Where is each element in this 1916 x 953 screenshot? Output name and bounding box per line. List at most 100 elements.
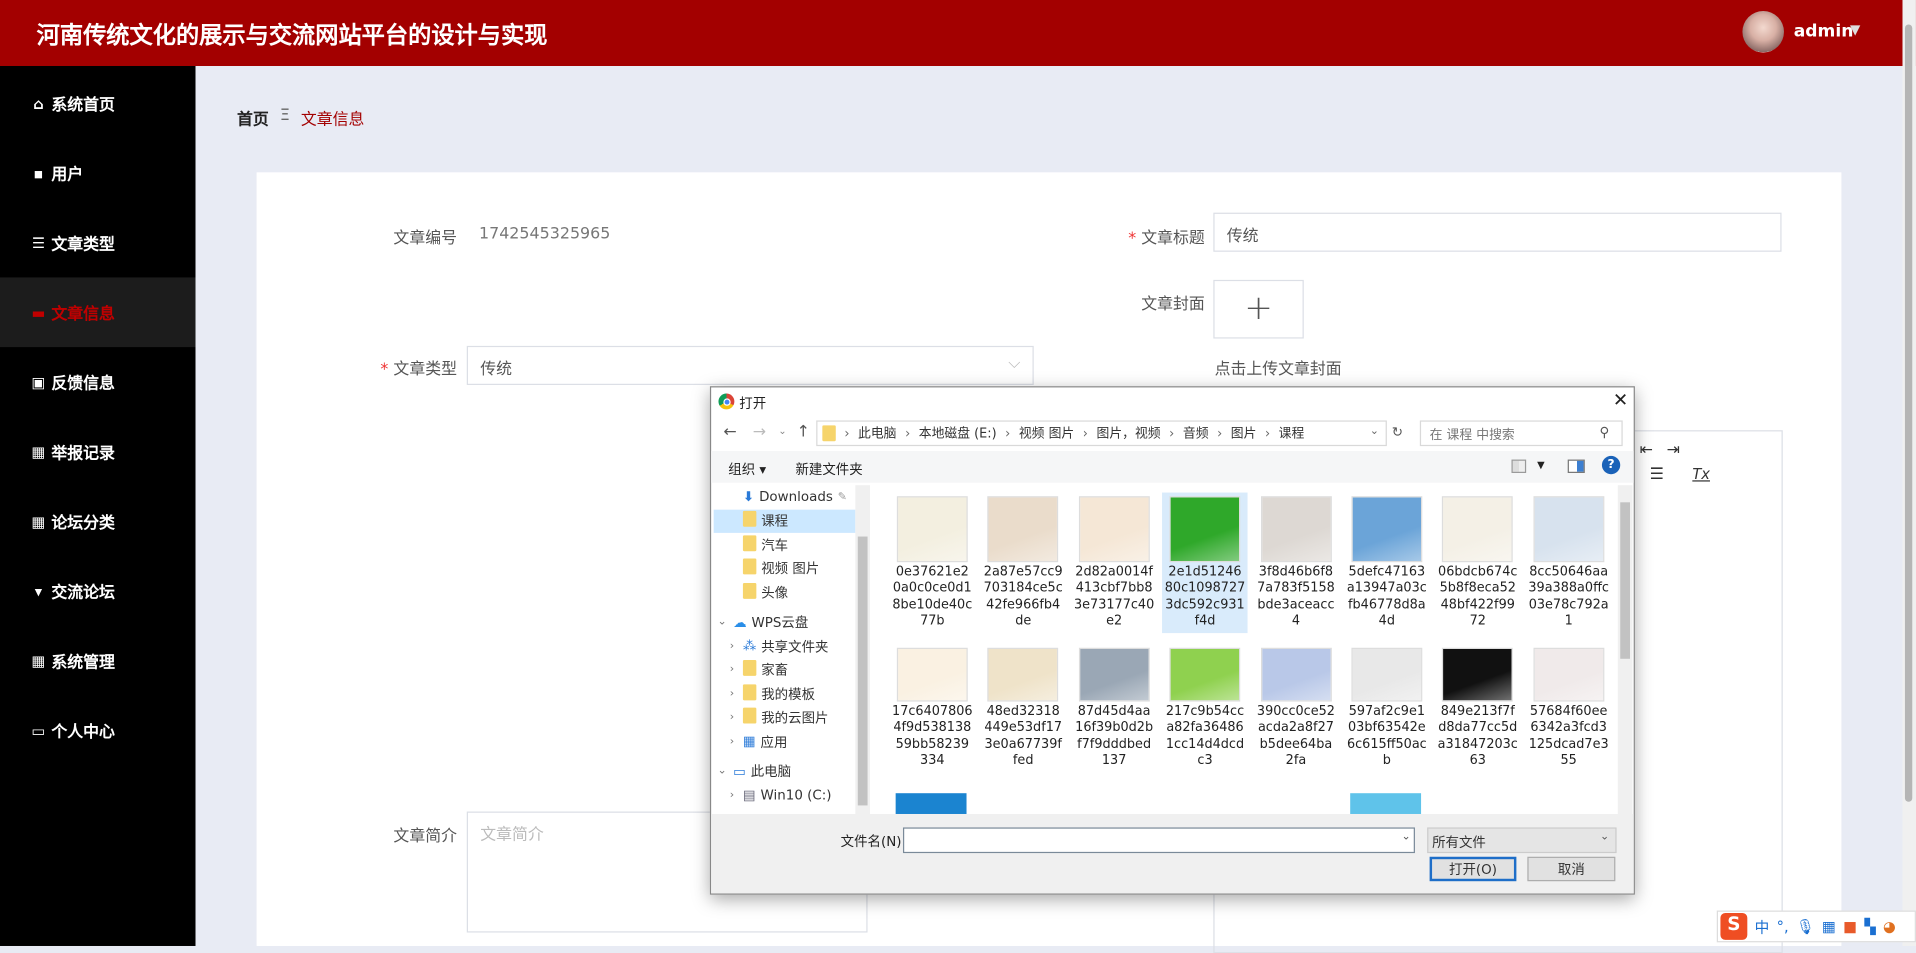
files-scrollbar[interactable] — [1617, 485, 1633, 814]
chevron-right-icon[interactable]: › — [726, 711, 738, 723]
file-item[interactable]: 2d82a0014f413cbf7bb83e73177c40e2 — [1071, 493, 1157, 634]
file-item[interactable]: 3f8d46b6f87a783f5158bde3aceacc4 — [1253, 493, 1339, 634]
refresh-icon[interactable]: ↻ — [1392, 424, 1403, 440]
nav-item[interactable]: › ▤ Win10 (C:) — [714, 783, 856, 806]
view-dropdown-icon[interactable]: ▼ — [1537, 460, 1545, 471]
sidebar-item-4[interactable]: ▣ 反馈信息 — [0, 347, 196, 417]
close-icon[interactable]: ✕ — [1613, 389, 1628, 411]
sidebar-item-5[interactable]: ▦ 举报记录 — [0, 417, 196, 487]
nav-scrollbar[interactable] — [855, 485, 870, 814]
file-item[interactable]: 0e37621e20a0c0ce0d18be10de40c77b — [890, 493, 976, 634]
file-type-select[interactable]: 所有文件 ⌄ — [1427, 827, 1617, 854]
user-menu[interactable]: admin — [1794, 22, 1854, 42]
chevron-right-icon[interactable]: › — [726, 664, 738, 676]
keyboard-icon[interactable]: ▦ — [1822, 918, 1836, 935]
forward-arrow-icon[interactable]: → — [753, 423, 766, 441]
toolbox-icon[interactable]: ▚ — [1864, 918, 1875, 935]
chevron-down-icon[interactable]: ⌄ — [716, 765, 728, 777]
outdent-icon[interactable]: ⇤ — [1640, 441, 1653, 459]
sidebar-item-8[interactable]: ▦ 系统管理 — [0, 626, 196, 696]
path-segment[interactable]: 图片 — [1231, 424, 1257, 442]
page-scrollbar-thumb[interactable] — [1904, 24, 1913, 802]
address-bar[interactable]: › 此电脑 › 本地磁盘 (E:) › 视频 图片 › 图片，视频 › 音频 › 图片 › 课程 — [816, 420, 1387, 447]
file-item[interactable]: 2e1d5124680c10987273dc592c931f4d — [1162, 492, 1248, 634]
nav-item[interactable]: 课程 — [713, 509, 856, 533]
back-arrow-icon[interactable]: ← — [723, 423, 736, 441]
file-item[interactable]: 217c9b54cca82fa364861cc14d4dcdc3 — [1162, 644, 1248, 773]
file-item[interactable]: 849e213f7fd8da77cc5da31847203c63 — [1435, 644, 1521, 773]
search-input[interactable]: 在 课程 中搜索 — [1419, 420, 1623, 447]
upload-plus-icon[interactable]: + — [1213, 279, 1304, 339]
view-options-icon[interactable] — [1511, 459, 1527, 473]
open-button[interactable]: 打开(O) — [1429, 856, 1517, 882]
type-select[interactable]: 传统 ⌵ — [466, 345, 1034, 385]
path-segment[interactable]: 音频 — [1183, 424, 1209, 442]
path-segment[interactable]: 此电脑 — [858, 424, 896, 442]
breadcrumb-home[interactable]: 首页 — [237, 106, 269, 129]
sogou-logo-icon[interactable]: S — [1720, 912, 1748, 940]
file-item[interactable]: 06bdcb674c5b8f8eca5248bf422f9972 — [1435, 493, 1521, 634]
nav-item[interactable]: ⬇ Downloads ✎ — [714, 485, 856, 508]
caret-down-icon[interactable]: ▼ — [1850, 22, 1860, 38]
new-folder-button[interactable]: 新建文件夹 — [795, 460, 862, 480]
organize-menu[interactable]: 组织 ▾ — [728, 460, 766, 480]
ime-mode[interactable]: 中 — [1755, 916, 1770, 937]
nav-item[interactable]: › ⁂ 共享文件夹 — [714, 634, 856, 657]
file-item[interactable]: 48ed32318449e53df173e0a67739ffed — [980, 644, 1066, 773]
nav-item[interactable]: ⌄ ☁ WPS云盘 — [714, 610, 856, 633]
nav-item[interactable]: › 我的云图片 — [714, 706, 856, 729]
chevron-right-icon[interactable]: › — [726, 687, 738, 699]
help-icon[interactable]: ? — [1601, 455, 1621, 475]
ime-punct[interactable]: °, — [1777, 918, 1789, 935]
file-item[interactable]: 597af2c9e103bf63542e6c615ff50acb — [1344, 644, 1430, 773]
recent-dropdown-icon[interactable]: ⌄ — [778, 425, 786, 436]
clear-format-icon[interactable]: Tx — [1692, 466, 1710, 483]
cancel-button[interactable]: 取消 — [1527, 856, 1616, 882]
path-segment[interactable]: 视频 图片 — [1019, 424, 1074, 442]
up-arrow-icon[interactable]: ↑ — [797, 423, 810, 441]
sidebar-item-1[interactable]: ▪ 用户 — [0, 138, 196, 208]
chevron-down-icon: ⌵ — [1008, 354, 1021, 373]
ime-toolbar[interactable]: S 中 °, 🎙 ▦ ■ ▚ ◕ — [1716, 910, 1916, 943]
path-segment[interactable]: 图片，视频 — [1096, 424, 1160, 442]
file-item[interactable]: 17c64078064f9d53813859bb58239334 — [890, 644, 976, 773]
folder-icon — [742, 707, 757, 728]
title-input[interactable]: 传统 — [1213, 212, 1782, 252]
file-item[interactable]: 87d45d4aa16f39b0d2bf7f9dddbed137 — [1071, 644, 1157, 773]
nav-item[interactable]: 头像 — [714, 581, 856, 604]
file-item[interactable]: 390cc0ce52acda2a8f27b5dee64ba2fa — [1253, 644, 1339, 773]
chevron-right-icon[interactable]: › — [726, 789, 738, 801]
chevron-right-icon[interactable]: › — [726, 735, 738, 747]
sidebar-item-0[interactable]: ⌂ 系统首页 — [0, 68, 196, 138]
path-segment[interactable]: 课程 — [1279, 424, 1305, 442]
filename-dropdown-icon[interactable]: ⌄ — [1402, 831, 1411, 843]
nav-item[interactable]: › 家畜 — [714, 658, 856, 681]
path-segment[interactable]: 本地磁盘 (E:) — [919, 424, 997, 442]
indent-icon[interactable]: ⇥ — [1667, 441, 1680, 459]
image-thumbnail — [1078, 647, 1150, 702]
nav-item[interactable]: 汽车 — [714, 533, 856, 556]
nav-item[interactable]: ⌄ ▭ 此电脑 — [714, 760, 856, 783]
mascot-icon[interactable]: ◕ — [1883, 918, 1896, 935]
file-item[interactable]: 8cc50646aa39a388a0ffc03e78c792a1 — [1526, 493, 1612, 634]
nav-item[interactable]: › ▦ 应用 — [714, 730, 856, 753]
file-item[interactable]: 2a87e57cc9703184ce5c42fe966fb4de — [980, 493, 1066, 634]
nav-item[interactable]: 视频 图片 — [714, 557, 856, 580]
microphone-icon[interactable]: 🎙 — [1796, 918, 1815, 935]
sidebar-item-7[interactable]: ▾ 交流论坛 — [0, 556, 196, 626]
chevron-down-icon[interactable]: ⌄ — [716, 616, 728, 628]
avatar[interactable] — [1742, 10, 1784, 53]
file-item[interactable]: 57684f60ee6342a3fcd3125dcad7e355 — [1526, 644, 1612, 773]
filename-input[interactable] — [902, 827, 1415, 854]
align-icon[interactable]: ☰ — [1650, 466, 1664, 484]
file-item[interactable]: 5defc47163a13947a03cfb46778d8a4d — [1344, 493, 1430, 634]
nav-item[interactable]: › 我的模板 — [714, 682, 856, 705]
preview-pane-icon[interactable] — [1567, 459, 1585, 473]
sidebar-item-2[interactable]: ☰ 文章类型 — [0, 208, 196, 278]
skin-icon[interactable]: ■ — [1843, 918, 1857, 935]
address-dropdown-icon[interactable]: ⌄ — [1370, 425, 1379, 437]
chevron-right-icon[interactable]: › — [726, 640, 738, 652]
sidebar-item-6[interactable]: ▦ 论坛分类 — [0, 486, 196, 556]
sidebar-item-9[interactable]: ▭ 个人中心 — [0, 695, 196, 765]
sidebar-item-3[interactable]: ▬ 文章信息 — [0, 277, 196, 348]
